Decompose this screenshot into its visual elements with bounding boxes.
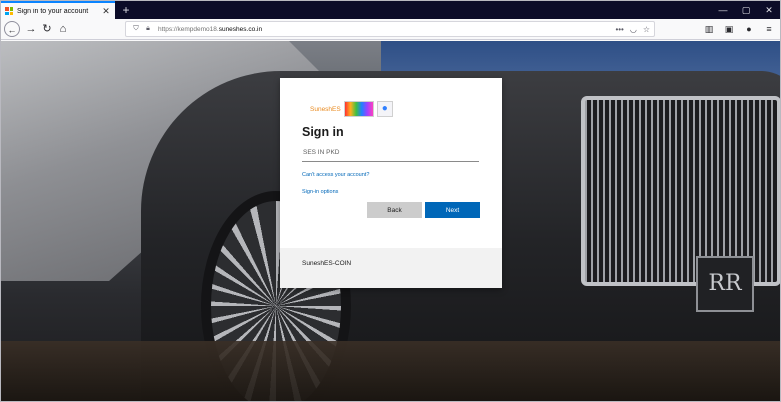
lock-icon[interactable]: 🔒︎ [142, 25, 154, 33]
card-footer: SuneshES-COIN [280, 248, 502, 288]
url-text: https://kempdemo18.suneshes.co.in [158, 26, 262, 33]
balloon-icon: ● [376, 101, 393, 117]
library-icon[interactable]: ▥ [702, 21, 716, 37]
brand-image-icon [343, 101, 374, 117]
forward-arrow-icon[interactable]: → [23, 21, 39, 37]
tab-strip: Sign in to your account ✕ + — ▢ ✕ [1, 1, 780, 19]
close-tab-icon[interactable]: ✕ [101, 6, 111, 17]
shield-icon[interactable]: ⛉ [130, 25, 142, 33]
close-window-button[interactable]: ✕ [759, 1, 779, 19]
url-actions: ••• ◡ ☆ [615, 25, 650, 34]
back-arrow-icon[interactable]: ← [4, 21, 20, 37]
navigation-toolbar: ← → ↻ ⌂ ⛉ 🔒︎ https://kempdemo18.suneshes… [1, 19, 780, 40]
reload-icon[interactable]: ↻ [39, 21, 55, 37]
home-icon[interactable]: ⌂ [55, 21, 71, 37]
pocket-icon[interactable]: ◡ [630, 25, 637, 34]
microsoft-logo-icon [5, 7, 13, 15]
background-logo-plate: RR [696, 256, 754, 312]
toolbar-right: ▥ ▣ ● ≡ [702, 21, 776, 37]
address-bar[interactable]: ⛉ 🔒︎ https://kempdemo18.suneshes.co.in •… [125, 21, 655, 37]
menu-icon[interactable]: ≡ [762, 21, 776, 37]
url-host: suneshes.co.in [218, 25, 263, 33]
brand-banner: SuneshES ● [310, 98, 480, 120]
new-tab-button[interactable]: + [119, 2, 133, 18]
sidebar-icon[interactable]: ▣ [722, 21, 736, 37]
sign-in-options-link[interactable]: Sign-in options [302, 189, 480, 195]
sign-in-card: SuneshES ● Sign in Can't access your acc… [280, 78, 502, 288]
restore-button[interactable]: ▢ [736, 1, 756, 19]
sign-in-form: SuneshES ● Sign in Can't access your acc… [280, 78, 502, 248]
browser-window: Sign in to your account ✕ + — ▢ ✕ ← → ↻ … [0, 0, 781, 402]
account-icon[interactable]: ● [742, 21, 756, 37]
page-actions-icon[interactable]: ••• [615, 25, 623, 34]
next-button[interactable]: Next [425, 202, 480, 218]
bookmark-star-icon[interactable]: ☆ [643, 25, 650, 34]
url-prefix: https://kempdemo18. [158, 25, 219, 33]
minimize-button[interactable]: — [713, 1, 733, 19]
tab-sign-in[interactable]: Sign in to your account ✕ [1, 1, 115, 19]
page-title: Sign in [302, 125, 344, 139]
back-button[interactable]: Back [367, 202, 422, 218]
cant-access-account-link[interactable]: Can't access your account? [302, 172, 480, 178]
background-ground [1, 341, 780, 401]
tab-title: Sign in to your account [17, 7, 89, 15]
brand-name: SuneshES [310, 105, 341, 113]
account-input[interactable] [302, 144, 479, 162]
button-row: Back Next [302, 202, 480, 218]
